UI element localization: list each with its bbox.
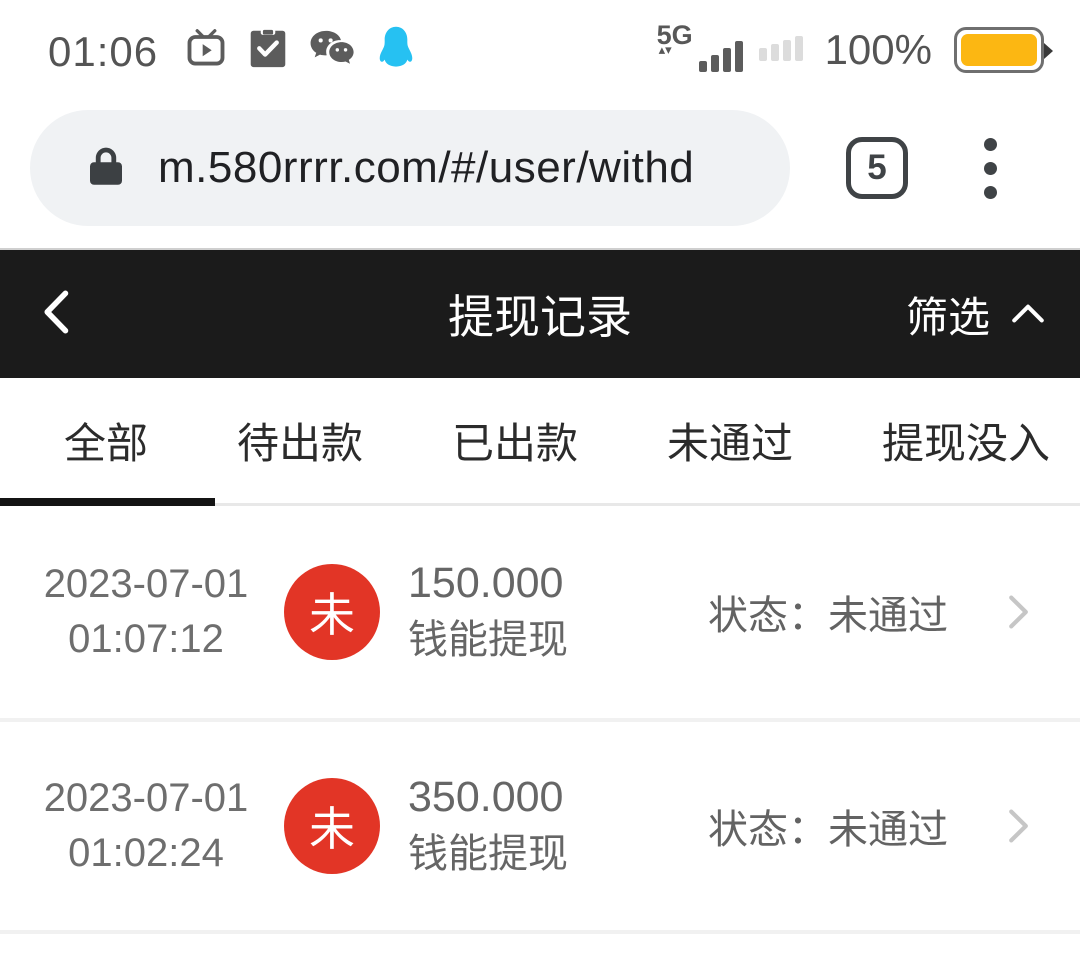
record-status: 状态：未通过 [708, 797, 948, 855]
qq-icon [376, 25, 416, 76]
record-method: 钱能提现 [408, 612, 708, 669]
filter-button[interactable]: 筛选 [906, 284, 1050, 345]
tab-not-credited[interactable]: 提现没入 [882, 410, 1050, 471]
record-datetime: 2023-07-01 01:07:12 [30, 557, 262, 667]
filter-tabs: 全部 待出款 已出款 未通过 提现没入 [0, 378, 1080, 506]
address-bar[interactable]: m.580rrrr.com/#/user/withd [30, 110, 790, 226]
record-amount: 150.000 [408, 555, 708, 612]
record-method: 钱能提现 [408, 826, 708, 883]
wechat-icon [308, 27, 356, 74]
tv-app-icon [184, 26, 228, 75]
record-row-partial[interactable] [0, 930, 1080, 969]
signal-secondary-icon [759, 36, 803, 65]
active-tab-indicator [0, 498, 215, 506]
clock: 01:06 [48, 24, 158, 76]
record-datetime: 2023-07-01 01:02:24 [30, 771, 262, 881]
status-bar-right: 5G ▴▾ 100% [657, 24, 1044, 76]
notification-icons [184, 25, 416, 76]
page-top-divider [0, 236, 1080, 250]
battery-icon [954, 27, 1044, 73]
chevron-right-icon [994, 589, 1040, 635]
tab-all[interactable]: 全部 [64, 410, 148, 471]
withdraw-record-list: 2023-07-01 01:07:12 未 150.000 钱能提现 状态：未通… [0, 506, 1080, 969]
record-amount-block: 150.000 钱能提现 [408, 555, 708, 669]
record-amount: 350.000 [408, 769, 708, 826]
clipboard-check-icon [248, 26, 288, 75]
tab-paid[interactable]: 已出款 [452, 410, 578, 471]
tab-rejected[interactable]: 未通过 [667, 410, 793, 471]
url-text: m.580rrrr.com/#/user/withd [158, 143, 694, 193]
record-status: 状态：未通过 [708, 583, 948, 641]
chevron-up-icon [1006, 292, 1050, 336]
tab-pending[interactable]: 待出款 [237, 410, 363, 471]
record-row[interactable]: 2023-07-01 01:07:12 未 150.000 钱能提现 状态：未通… [0, 506, 1080, 718]
browser-toolbar: m.580rrrr.com/#/user/withd 5 [0, 100, 1080, 236]
app-header: 提现记录 筛选 [0, 250, 1080, 378]
status-badge: 未 [284, 778, 380, 874]
browser-menu-button[interactable] [984, 138, 997, 199]
signal-5g-icon: 5G ▴▾ [657, 24, 743, 76]
battery-percent: 100% [825, 26, 932, 74]
record-row[interactable]: 2023-07-01 01:02:24 未 350.000 钱能提现 状态：未通… [0, 718, 1080, 930]
lock-icon [82, 142, 130, 195]
chevron-right-icon [994, 803, 1040, 849]
record-amount-block: 350.000 钱能提现 [408, 769, 708, 883]
tab-switcher-button[interactable]: 5 [846, 137, 908, 199]
status-bar: 01:06 5G ▴▾ 100% [0, 0, 1080, 100]
status-badge: 未 [284, 564, 380, 660]
